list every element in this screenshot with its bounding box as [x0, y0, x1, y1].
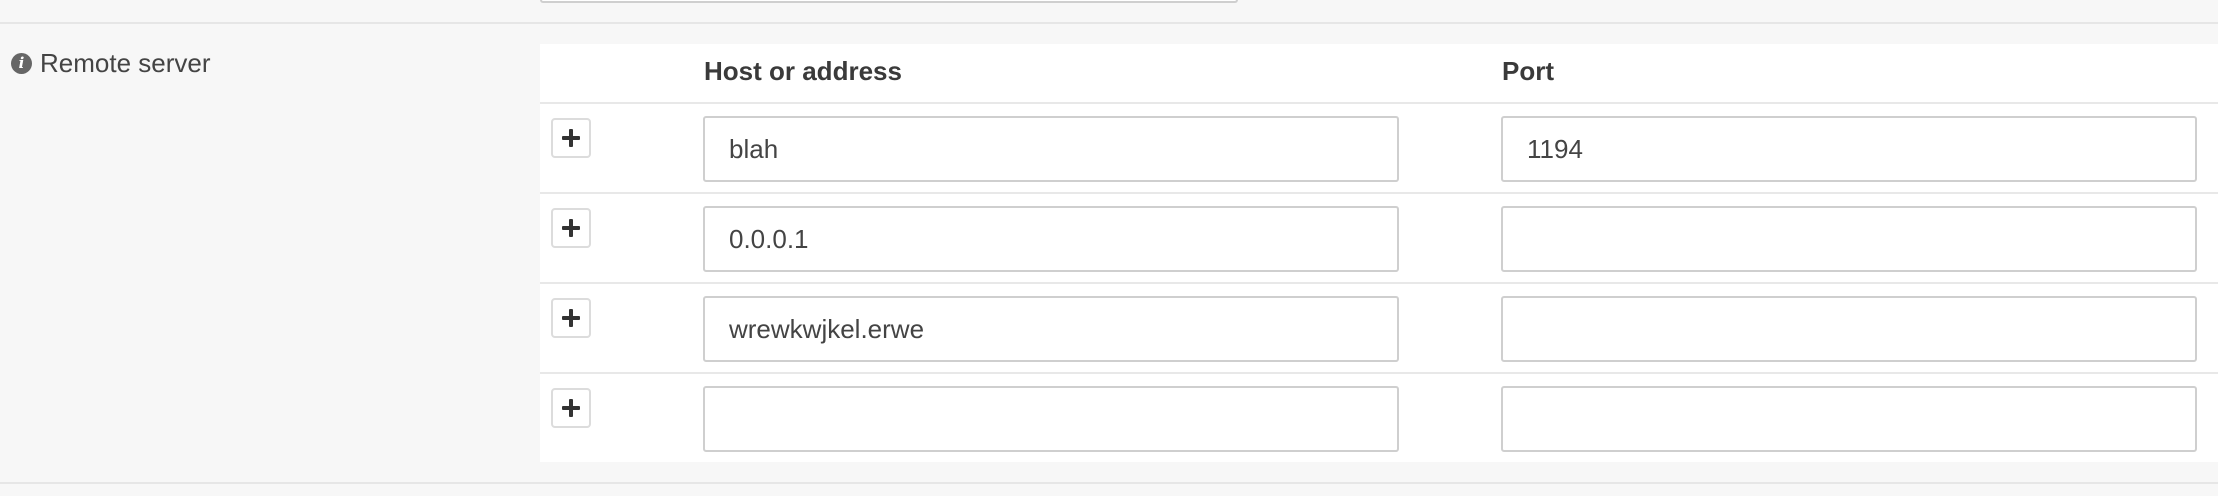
- plus-icon: [562, 129, 580, 147]
- add-row-button[interactable]: [551, 118, 591, 158]
- remote-server-section: i Remote server Host or address Port: [0, 0, 2218, 496]
- add-row-button[interactable]: [551, 298, 591, 338]
- remote-server-table: Host or address Port: [540, 44, 2218, 462]
- remote-server-label: Remote server: [40, 48, 211, 78]
- section-divider: [0, 482, 2218, 484]
- info-icon[interactable]: i: [11, 53, 32, 74]
- port-column-header: Port: [1502, 56, 1554, 86]
- plus-icon: [562, 309, 580, 327]
- port-input[interactable]: [1501, 386, 2197, 452]
- table-row: [540, 374, 2218, 462]
- host-input[interactable]: [703, 206, 1399, 272]
- add-row-button[interactable]: [551, 208, 591, 248]
- plus-icon: [562, 399, 580, 417]
- section-divider: [0, 22, 2218, 24]
- plus-icon: [562, 219, 580, 237]
- table-row: [540, 194, 2218, 284]
- host-input[interactable]: [703, 386, 1399, 452]
- host-input[interactable]: [703, 296, 1399, 362]
- table-row: [540, 284, 2218, 374]
- port-input[interactable]: [1501, 116, 2197, 182]
- table-header: Host or address Port: [540, 44, 2218, 104]
- previous-field-input[interactable]: [540, 0, 1238, 3]
- table-row: [540, 104, 2218, 194]
- host-column-header: Host or address: [704, 56, 902, 86]
- host-input[interactable]: [703, 116, 1399, 182]
- port-input[interactable]: [1501, 296, 2197, 362]
- add-row-button[interactable]: [551, 388, 591, 428]
- remote-server-label-group: i Remote server: [11, 48, 211, 79]
- port-input[interactable]: [1501, 206, 2197, 272]
